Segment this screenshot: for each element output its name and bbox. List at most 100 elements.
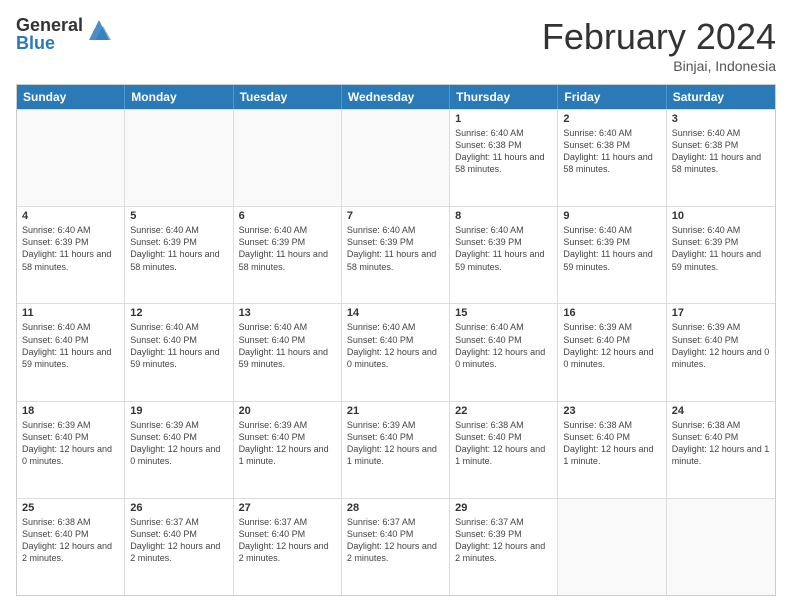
calendar-cell	[558, 499, 666, 595]
calendar-cell: 20Sunrise: 6:39 AM Sunset: 6:40 PM Dayli…	[234, 402, 342, 498]
day-info: Sunrise: 6:40 AM Sunset: 6:39 PM Dayligh…	[22, 224, 119, 273]
day-number: 1	[455, 113, 552, 125]
day-info: Sunrise: 6:40 AM Sunset: 6:39 PM Dayligh…	[130, 224, 227, 273]
day-info: Sunrise: 6:39 AM Sunset: 6:40 PM Dayligh…	[563, 321, 660, 370]
day-number: 20	[239, 405, 336, 417]
day-info: Sunrise: 6:40 AM Sunset: 6:39 PM Dayligh…	[672, 224, 770, 273]
day-number: 18	[22, 405, 119, 417]
calendar-cell: 13Sunrise: 6:40 AM Sunset: 6:40 PM Dayli…	[234, 304, 342, 400]
day-number: 29	[455, 502, 552, 514]
month-title: February 2024	[542, 16, 776, 58]
calendar-row-3: 18 Sunrise: 6:39 AM Sunset: 6:40 PM Dayli…	[17, 401, 775, 498]
logo-blue-text: Blue	[16, 34, 83, 52]
day-number: 3	[672, 113, 770, 125]
day-info: Sunrise: 6:40 AM Sunset: 6:38 PM Dayligh…	[455, 127, 552, 176]
day-info: Sunrise: 6:40 AM Sunset: 6:39 PM Dayligh…	[455, 224, 552, 273]
day-number: 15	[455, 307, 552, 319]
header-day-tuesday: Tuesday	[234, 85, 342, 109]
header-day-sunday: Sunday	[17, 85, 125, 109]
day-number: 5	[130, 210, 227, 222]
calendar-cell: 1 Sunrise: 6:40 AM Sunset: 6:38 PM Daylig…	[450, 110, 558, 206]
calendar-row-0: 1 Sunrise: 6:40 AM Sunset: 6:38 PM Daylig…	[17, 109, 775, 206]
day-number: 14	[347, 307, 444, 319]
day-number: 25	[22, 502, 119, 514]
day-number: 2	[563, 113, 660, 125]
calendar-cell: 10 Sunrise: 6:40 AM Sunset: 6:39 PM Dayli…	[667, 207, 775, 303]
title-block: February 2024 Binjai, Indonesia	[542, 16, 776, 74]
day-info: Sunrise: 6:40 AM Sunset: 6:40 PM Dayligh…	[455, 321, 552, 370]
calendar-cell: 16 Sunrise: 6:39 AM Sunset: 6:40 PM Dayli…	[558, 304, 666, 400]
day-number: 21	[347, 405, 444, 417]
header-day-friday: Friday	[558, 85, 666, 109]
day-info: Sunrise: 6:37 AM Sunset: 6:40 PM Dayligh…	[347, 516, 444, 565]
calendar-cell: 17Sunrise: 6:39 AM Sunset: 6:40 PM Dayli…	[667, 304, 775, 400]
day-info: Sunrise: 6:39 AM Sunset: 6:40 PM Dayligh…	[22, 419, 119, 468]
day-info: Sunrise: 6:40 AM Sunset: 6:39 PM Dayligh…	[239, 224, 336, 273]
calendar-cell: 12Sunrise: 6:40 AM Sunset: 6:40 PM Dayli…	[125, 304, 233, 400]
day-info: Sunrise: 6:40 AM Sunset: 6:39 PM Dayligh…	[563, 224, 660, 273]
calendar-cell: 24Sunrise: 6:38 AM Sunset: 6:40 PM Dayli…	[667, 402, 775, 498]
calendar-cell	[667, 499, 775, 595]
day-number: 4	[22, 210, 119, 222]
day-info: Sunrise: 6:40 AM Sunset: 6:38 PM Dayligh…	[672, 127, 770, 176]
day-info: Sunrise: 6:38 AM Sunset: 6:40 PM Dayligh…	[455, 419, 552, 468]
calendar-cell: 19 Sunrise: 6:39 AM Sunset: 6:40 PM Dayli…	[125, 402, 233, 498]
day-number: 12	[130, 307, 227, 319]
calendar-cell: 11 Sunrise: 6:40 AM Sunset: 6:40 PM Dayli…	[17, 304, 125, 400]
day-info: Sunrise: 6:40 AM Sunset: 6:38 PM Dayligh…	[563, 127, 660, 176]
day-info: Sunrise: 6:40 AM Sunset: 6:40 PM Dayligh…	[239, 321, 336, 370]
calendar-cell: 28 Sunrise: 6:37 AM Sunset: 6:40 PM Dayli…	[342, 499, 450, 595]
day-number: 16	[563, 307, 660, 319]
calendar-cell: 5 Sunrise: 6:40 AM Sunset: 6:39 PM Daylig…	[125, 207, 233, 303]
header: General Blue February 2024 Binjai, Indon…	[16, 16, 776, 74]
calendar-cell	[17, 110, 125, 206]
day-info: Sunrise: 6:40 AM Sunset: 6:40 PM Dayligh…	[347, 321, 444, 370]
day-number: 9	[563, 210, 660, 222]
calendar-cell: 9 Sunrise: 6:40 AM Sunset: 6:39 PM Daylig…	[558, 207, 666, 303]
calendar-cell	[234, 110, 342, 206]
calendar-header: SundayMondayTuesdayWednesdayThursdayFrid…	[17, 85, 775, 109]
calendar-cell: 4 Sunrise: 6:40 AM Sunset: 6:39 PM Daylig…	[17, 207, 125, 303]
calendar-cell: 21Sunrise: 6:39 AM Sunset: 6:40 PM Dayli…	[342, 402, 450, 498]
header-day-monday: Monday	[125, 85, 233, 109]
day-info: Sunrise: 6:40 AM Sunset: 6:40 PM Dayligh…	[22, 321, 119, 370]
day-info: Sunrise: 6:39 AM Sunset: 6:40 PM Dayligh…	[130, 419, 227, 468]
day-info: Sunrise: 6:37 AM Sunset: 6:40 PM Dayligh…	[130, 516, 227, 565]
logo: General Blue	[16, 16, 113, 52]
calendar-cell: 23 Sunrise: 6:38 AM Sunset: 6:40 PM Dayli…	[558, 402, 666, 498]
location: Binjai, Indonesia	[542, 58, 776, 74]
day-number: 11	[22, 307, 119, 319]
calendar-cell: 18 Sunrise: 6:39 AM Sunset: 6:40 PM Dayli…	[17, 402, 125, 498]
header-day-wednesday: Wednesday	[342, 85, 450, 109]
day-number: 19	[130, 405, 227, 417]
day-number: 27	[239, 502, 336, 514]
calendar: SundayMondayTuesdayWednesdayThursdayFrid…	[16, 84, 776, 596]
calendar-body: 1 Sunrise: 6:40 AM Sunset: 6:38 PM Daylig…	[17, 109, 775, 595]
logo-general-text: General	[16, 16, 83, 34]
day-info: Sunrise: 6:39 AM Sunset: 6:40 PM Dayligh…	[672, 321, 770, 370]
calendar-cell	[342, 110, 450, 206]
day-number: 6	[239, 210, 336, 222]
calendar-row-4: 25Sunrise: 6:38 AM Sunset: 6:40 PM Dayli…	[17, 498, 775, 595]
logo-icon	[85, 16, 113, 44]
day-info: Sunrise: 6:37 AM Sunset: 6:39 PM Dayligh…	[455, 516, 552, 565]
day-number: 22	[455, 405, 552, 417]
day-number: 26	[130, 502, 227, 514]
calendar-cell: 29 Sunrise: 6:37 AM Sunset: 6:39 PM Dayli…	[450, 499, 558, 595]
calendar-cell: 7Sunrise: 6:40 AM Sunset: 6:39 PM Daylig…	[342, 207, 450, 303]
day-info: Sunrise: 6:37 AM Sunset: 6:40 PM Dayligh…	[239, 516, 336, 565]
day-number: 23	[563, 405, 660, 417]
header-day-thursday: Thursday	[450, 85, 558, 109]
calendar-cell: 15 Sunrise: 6:40 AM Sunset: 6:40 PM Dayli…	[450, 304, 558, 400]
calendar-cell: 14 Sunrise: 6:40 AM Sunset: 6:40 PM Dayli…	[342, 304, 450, 400]
calendar-cell: 6 Sunrise: 6:40 AM Sunset: 6:39 PM Daylig…	[234, 207, 342, 303]
calendar-cell: 22 Sunrise: 6:38 AM Sunset: 6:40 PM Dayli…	[450, 402, 558, 498]
day-number: 28	[347, 502, 444, 514]
calendar-cell: 8Sunrise: 6:40 AM Sunset: 6:39 PM Daylig…	[450, 207, 558, 303]
calendar-cell: 27 Sunrise: 6:37 AM Sunset: 6:40 PM Dayli…	[234, 499, 342, 595]
day-info: Sunrise: 6:38 AM Sunset: 6:40 PM Dayligh…	[563, 419, 660, 468]
day-number: 10	[672, 210, 770, 222]
calendar-row-2: 11 Sunrise: 6:40 AM Sunset: 6:40 PM Dayli…	[17, 303, 775, 400]
day-number: 7	[347, 210, 444, 222]
calendar-cell: 25Sunrise: 6:38 AM Sunset: 6:40 PM Dayli…	[17, 499, 125, 595]
